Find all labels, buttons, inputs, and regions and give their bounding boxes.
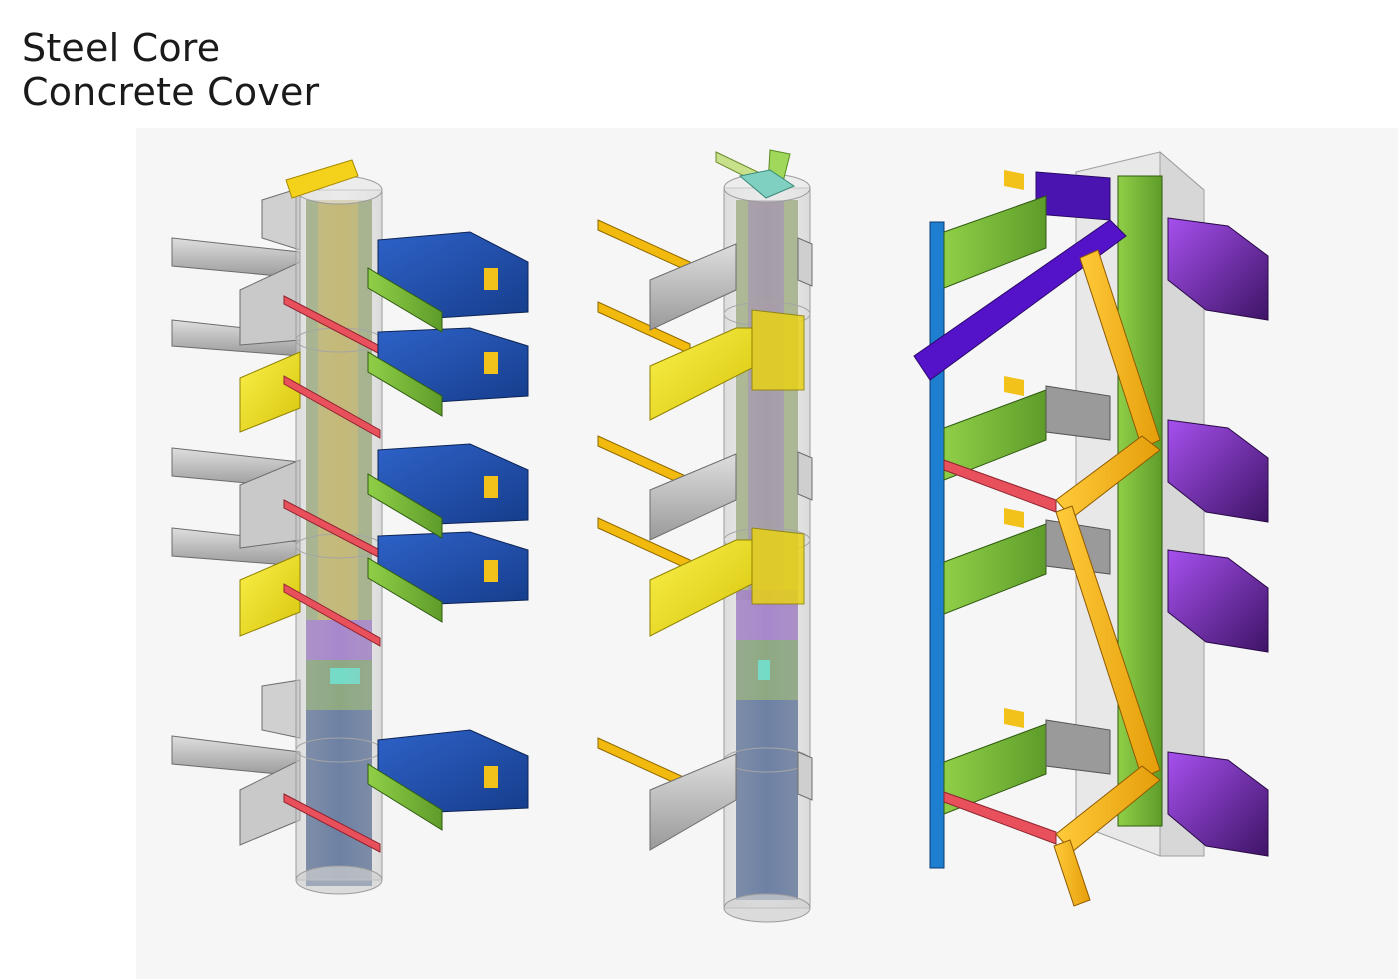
blue-beams-left [377, 231, 529, 813]
structural-models [171, 149, 1269, 923]
blue-column-right [929, 221, 945, 869]
column-model-right [913, 150, 1269, 907]
column-model-left [171, 159, 529, 895]
diagram-canvas: Steel Core Concrete Cover [0, 0, 1400, 979]
column-model-middle [597, 149, 813, 923]
grey-beams-left [171, 187, 301, 846]
